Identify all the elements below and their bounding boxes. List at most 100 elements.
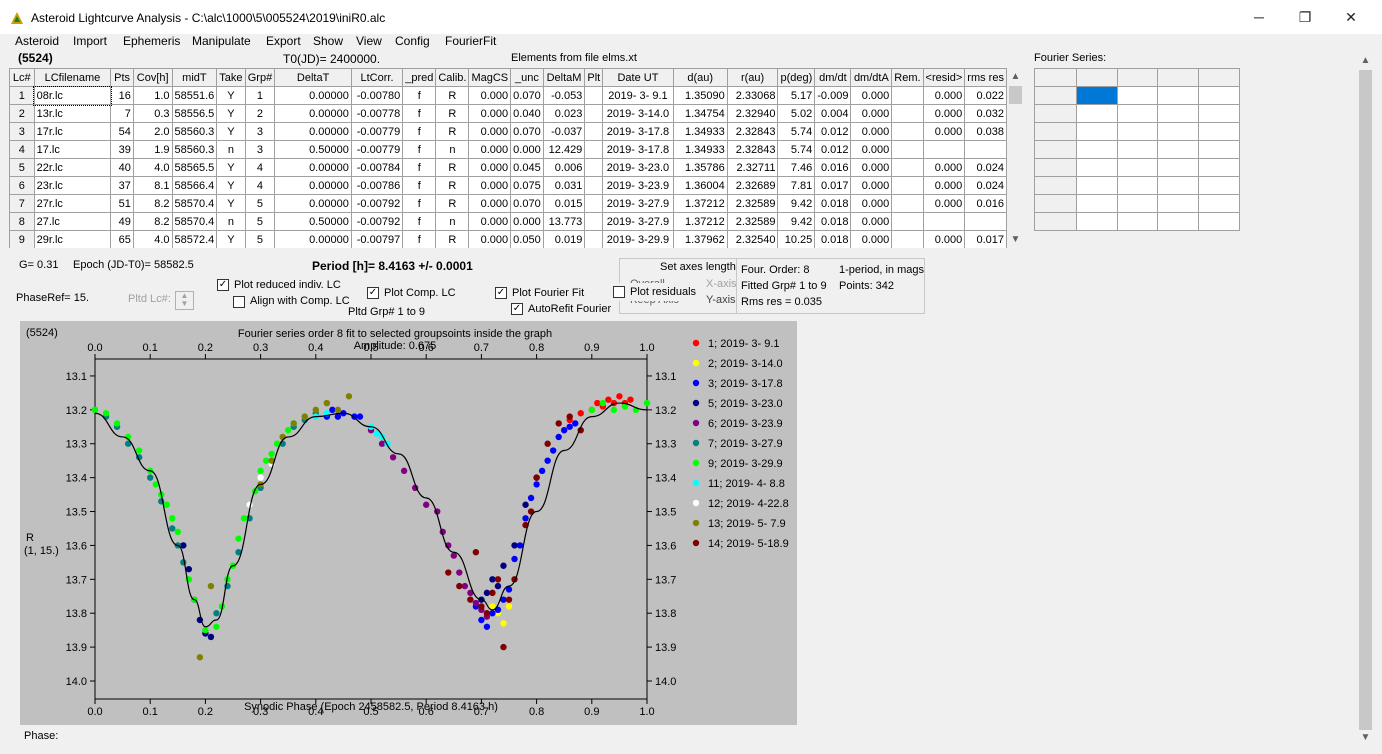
- lc-cell[interactable]: 1.34933: [672, 122, 728, 141]
- lc-cell[interactable]: 1.37962: [672, 230, 728, 248]
- fs-cell[interactable]: [1157, 122, 1200, 141]
- lc-cell[interactable]: 9: [9, 230, 35, 248]
- fs-cell[interactable]: [1075, 176, 1118, 195]
- fs-cell[interactable]: [1198, 176, 1240, 195]
- lc-cell[interactable]: 0.070: [510, 194, 544, 213]
- fs-cell[interactable]: [1034, 122, 1077, 141]
- fs-cell[interactable]: [1116, 176, 1159, 195]
- menu-asteroid[interactable]: Asteroid: [15, 34, 59, 48]
- lc-cell[interactable]: 58565.5: [171, 158, 218, 177]
- lc-cell[interactable]: R: [435, 104, 470, 123]
- lc-col-header[interactable]: DeltaT: [274, 68, 352, 87]
- lc-cell[interactable]: [584, 230, 604, 248]
- lc-col-header[interactable]: _pred: [402, 68, 437, 87]
- lc-cell[interactable]: [584, 104, 604, 123]
- menu-manipulate[interactable]: Manipulate: [192, 34, 251, 48]
- plot-fourier-checkbox[interactable]: ✓: [495, 287, 507, 299]
- lc-cell[interactable]: 4.0: [132, 230, 173, 248]
- lc-cell[interactable]: 0.024: [964, 176, 1007, 195]
- table-row[interactable]: 2 13r.lc 7 0.3 58556.5 Y 2 0.00000 -0.00778 f R 0.0…: [9, 104, 1007, 123]
- lc-cell[interactable]: 2.32843: [726, 140, 779, 159]
- lc-cell[interactable]: 2019- 3-17.8: [602, 140, 674, 159]
- fs-cell[interactable]: [1075, 86, 1118, 105]
- table-row[interactable]: [1034, 86, 1240, 105]
- scroll-down-icon[interactable]: ▼: [1007, 234, 1024, 245]
- restore-button[interactable]: ❐: [1282, 0, 1328, 34]
- lc-cell[interactable]: -0.00778: [350, 104, 404, 123]
- lc-cell[interactable]: 7.81: [777, 176, 816, 195]
- lc-cell[interactable]: 4: [244, 158, 276, 177]
- lc-col-header[interactable]: Calib.: [435, 68, 470, 87]
- lc-cell[interactable]: 2019- 3-23.9: [602, 176, 674, 195]
- lc-cell[interactable]: Y: [216, 86, 246, 105]
- lc-cell[interactable]: 0.000: [850, 122, 893, 141]
- lc-cell[interactable]: 2019- 3- 9.1: [602, 86, 674, 105]
- lc-cell[interactable]: 1.37212: [672, 212, 728, 231]
- lc-cell[interactable]: 5.74: [777, 122, 816, 141]
- lc-cell[interactable]: 0.000: [468, 122, 512, 141]
- table-row[interactable]: 4 17.lc 39 1.9 58560.3 n 3 0.50000 -0.00779 f n 0.0…: [9, 140, 1007, 159]
- table-row[interactable]: [1034, 140, 1240, 159]
- lc-col-header[interactable]: LCfilename: [33, 68, 112, 87]
- lc-cell[interactable]: 0.000: [468, 140, 512, 159]
- table-row[interactable]: [1034, 194, 1240, 213]
- lc-cell[interactable]: 0.000: [468, 176, 512, 195]
- lc-cell[interactable]: 2019- 3-17.8: [602, 122, 674, 141]
- fs-cell[interactable]: [1116, 194, 1159, 213]
- table-row[interactable]: [1034, 158, 1240, 177]
- lc-col-header[interactable]: dm/dtA: [850, 68, 893, 87]
- lc-cell[interactable]: 0.000: [922, 122, 966, 141]
- lc-cell[interactable]: 0.000: [850, 230, 893, 248]
- fs-cell[interactable]: [1116, 158, 1159, 177]
- main-scroll-up-icon[interactable]: ▲: [1357, 55, 1374, 66]
- lc-cell[interactable]: 13r.lc: [33, 104, 112, 123]
- lc-cell[interactable]: 58572.4: [171, 230, 218, 248]
- lc-col-header[interactable]: DeltaM: [542, 68, 586, 87]
- lc-cell[interactable]: 7.46: [777, 158, 816, 177]
- lc-cell[interactable]: 1.35090: [672, 86, 728, 105]
- lc-col-header[interactable]: MagCS: [468, 68, 512, 87]
- lc-cell[interactable]: 16: [110, 86, 134, 105]
- lc-cell[interactable]: 0.075: [510, 176, 544, 195]
- lc-cell[interactable]: [891, 104, 924, 123]
- lc-cell[interactable]: 17r.lc: [33, 122, 112, 141]
- lc-cell[interactable]: 0.031: [542, 176, 586, 195]
- fs-cell[interactable]: [1157, 140, 1200, 159]
- lc-cell[interactable]: 2.0: [132, 122, 173, 141]
- lc-cell[interactable]: 08r.lc: [33, 85, 112, 106]
- lc-cell[interactable]: 23r.lc: [33, 176, 112, 195]
- lc-col-header[interactable]: Lc#: [9, 68, 35, 87]
- lc-cell[interactable]: R: [435, 86, 470, 105]
- lc-cell[interactable]: 2.32589: [726, 194, 779, 213]
- lc-col-header[interactable]: r(au): [726, 68, 779, 87]
- lc-cell[interactable]: [891, 230, 924, 248]
- lc-cell[interactable]: 1.34933: [672, 140, 728, 159]
- fs-cell[interactable]: [1198, 122, 1240, 141]
- lc-cell[interactable]: 5: [244, 212, 276, 231]
- lc-cell[interactable]: 2.33068: [726, 86, 779, 105]
- main-scroll-thumb[interactable]: [1359, 70, 1372, 730]
- lc-cell[interactable]: 3: [244, 122, 276, 141]
- lc-cell[interactable]: 5: [244, 230, 276, 248]
- lc-cell[interactable]: f: [402, 230, 437, 248]
- menu-fourierfit[interactable]: FourierFit: [445, 34, 496, 48]
- lc-cell[interactable]: -0.00779: [350, 122, 404, 141]
- lc-cell[interactable]: 1.0: [132, 86, 173, 105]
- fs-cell[interactable]: [1157, 194, 1200, 213]
- lc-cell[interactable]: [584, 140, 604, 159]
- lc-cell[interactable]: 0.00000: [274, 158, 352, 177]
- menu-import[interactable]: Import: [73, 34, 107, 48]
- lc-cell[interactable]: 1.36004: [672, 176, 728, 195]
- lc-cell[interactable]: 39: [110, 140, 134, 159]
- lc-col-header[interactable]: <resid>: [922, 68, 966, 87]
- lc-cell[interactable]: 0.018: [814, 230, 852, 248]
- lc-cell[interactable]: 0.000: [468, 230, 512, 248]
- table-row[interactable]: 1 08r.lc 16 1.0 58551.6 Y 1 0.00000 -0.00780 f R 0.…: [9, 85, 1007, 106]
- menu-ephemeris[interactable]: Ephemeris: [123, 34, 180, 48]
- align-comp-checkbox[interactable]: [233, 296, 245, 308]
- lc-cell[interactable]: 0.000: [850, 86, 893, 105]
- lc-cell[interactable]: R: [435, 122, 470, 141]
- lc-cell[interactable]: [891, 212, 924, 231]
- lc-cell[interactable]: n: [216, 212, 246, 231]
- fs-cell[interactable]: [1034, 104, 1077, 123]
